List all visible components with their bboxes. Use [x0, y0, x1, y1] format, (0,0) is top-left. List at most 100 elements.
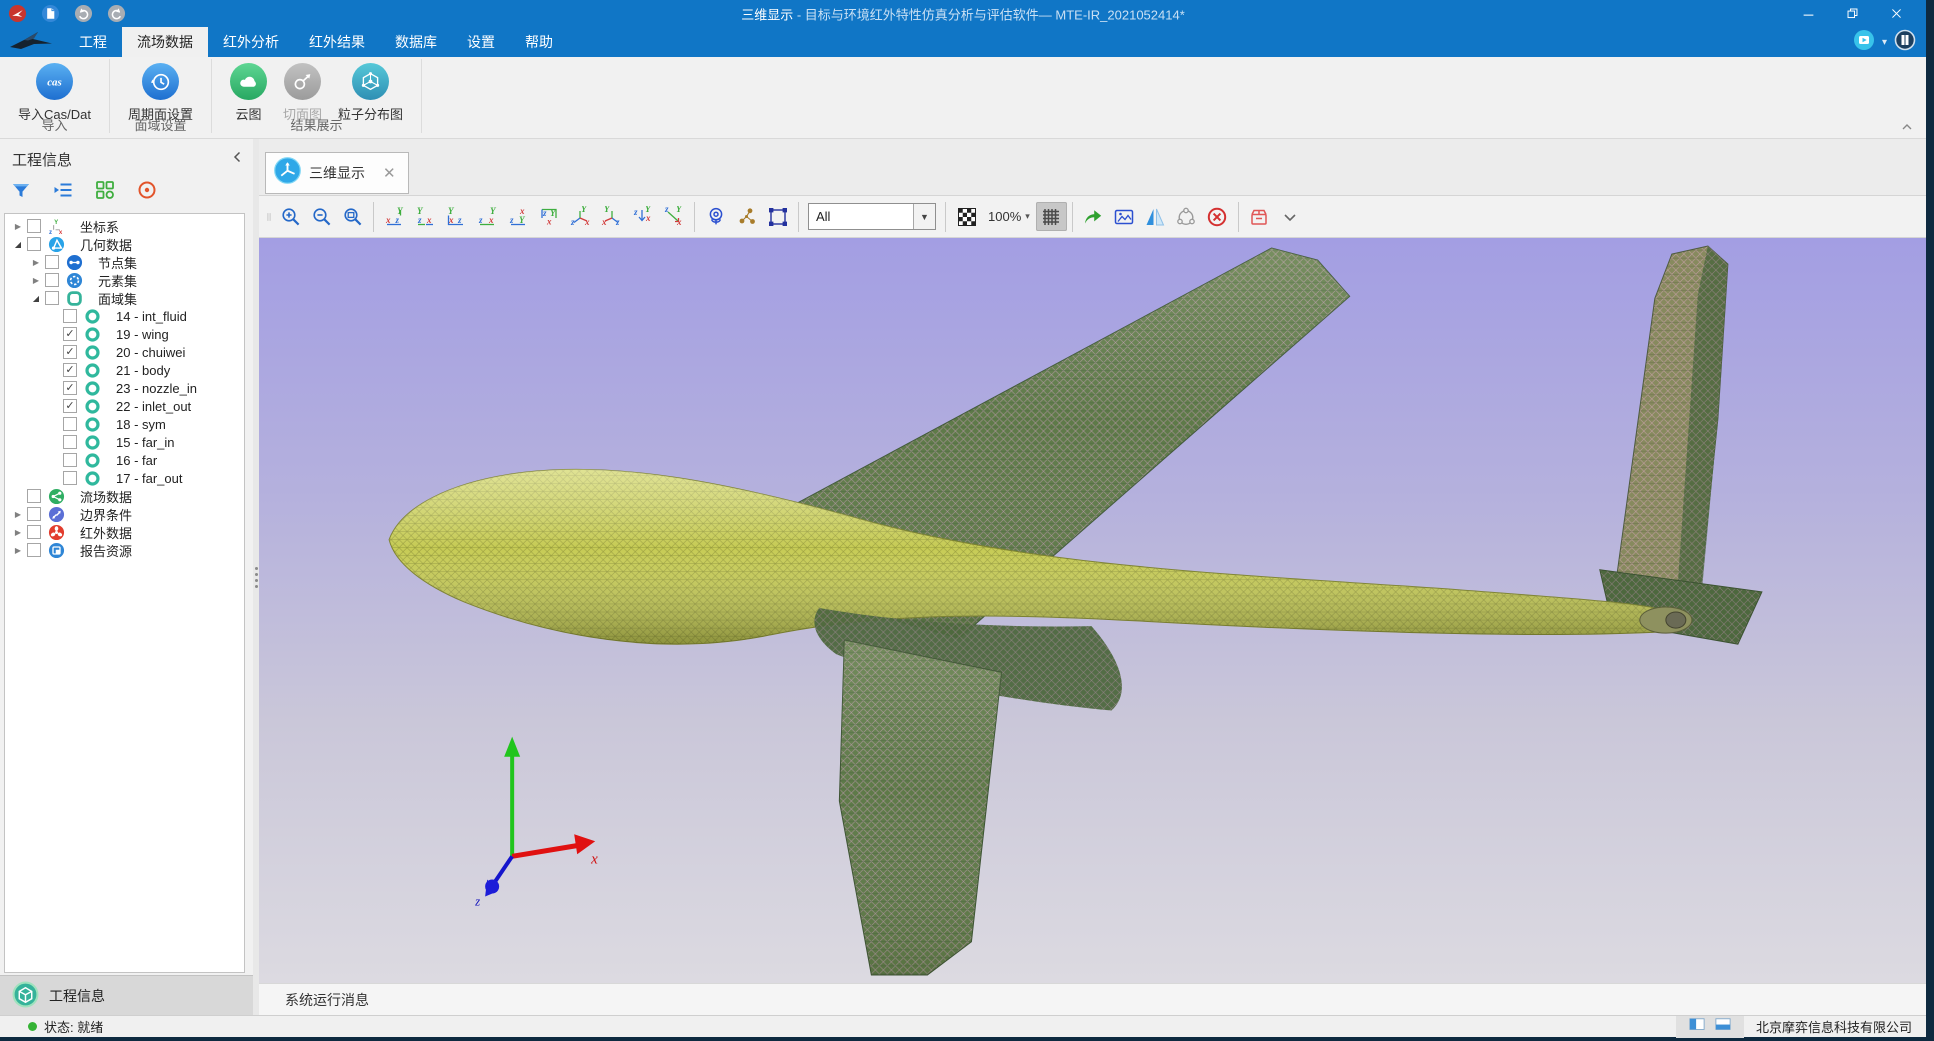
opacity-dropdown[interactable]: 100%▾ — [982, 209, 1036, 224]
close-button[interactable] — [1874, 0, 1918, 27]
tree-checkbox[interactable]: ✓ — [63, 381, 77, 395]
tree-expander[interactable]: ▶ — [11, 510, 25, 519]
box-select-button[interactable] — [762, 202, 793, 231]
app-logo-button[interactable] — [8, 4, 27, 23]
node-cluster-button[interactable] — [731, 202, 762, 231]
tree-expander[interactable]: ▶ — [29, 258, 43, 267]
more-options-button[interactable] — [1275, 202, 1306, 231]
tree-checkbox[interactable] — [27, 219, 41, 233]
tree-item-报告资源[interactable]: ▶报告资源 — [5, 541, 244, 559]
zoom-fit-button[interactable] — [337, 202, 368, 231]
filter-icon[interactable] — [10, 179, 32, 206]
new-doc-button[interactable] — [41, 4, 60, 23]
view-bottom-button[interactable]: zYx — [534, 202, 565, 231]
cancel-button[interactable] — [1202, 202, 1233, 231]
tree-checkbox[interactable] — [27, 507, 41, 521]
tree-item-元素集[interactable]: ▶元素集 — [5, 271, 244, 289]
tree-item-17 - far_out[interactable]: 17 - far_out — [5, 469, 244, 487]
tab-3d-view[interactable]: 三维显示 ✕ — [265, 152, 409, 194]
menu-item-红外分析[interactable]: 红外分析 — [208, 27, 294, 57]
project-panel-footer[interactable]: 工程信息 — [0, 975, 253, 1015]
menu-item-红外结果[interactable]: 红外结果 — [294, 27, 380, 57]
tree-checkbox[interactable]: ✓ — [63, 345, 77, 359]
view-front-button[interactable]: xzY — [379, 202, 410, 231]
minimize-button[interactable] — [1786, 0, 1830, 27]
perspective-camera-button[interactable] — [700, 202, 731, 231]
tree-item-22 - inlet_out[interactable]: ✓22 - inlet_out — [5, 397, 244, 415]
tree-expander[interactable]: ▶ — [11, 528, 25, 537]
view-iso1-button[interactable]: Yzx — [565, 202, 596, 231]
view-left-button[interactable]: Yxz — [441, 202, 472, 231]
tree-checkbox[interactable]: ✓ — [63, 363, 77, 377]
combo-dropdown-button[interactable]: ▼ — [913, 204, 935, 229]
orbit-nodes-button[interactable] — [1171, 202, 1202, 231]
tree-item-几何数据[interactable]: ◢几何数据 — [5, 235, 244, 253]
tree-item-18 - sym[interactable]: 18 - sym — [5, 415, 244, 433]
tree-expander[interactable]: ◢ — [11, 240, 25, 249]
grid-view-icon[interactable] — [94, 179, 116, 206]
video-help-icon[interactable] — [1853, 29, 1875, 56]
about-icon[interactable] — [1894, 29, 1916, 56]
menu-item-帮助[interactable]: 帮助 — [510, 27, 568, 57]
tree-checkbox[interactable]: ✓ — [63, 327, 77, 341]
outline-list-icon[interactable] — [52, 179, 74, 206]
display-filter-combo[interactable]: All▼ — [808, 203, 936, 230]
zoom-out-button[interactable] — [306, 202, 337, 231]
tree-item-16 - far[interactable]: 16 - far — [5, 451, 244, 469]
tree-item-19 - wing[interactable]: ✓19 - wing — [5, 325, 244, 343]
locate-icon[interactable] — [136, 179, 158, 206]
tree-expander[interactable]: ▶ — [11, 546, 25, 555]
tree-item-节点集[interactable]: ▶节点集 — [5, 253, 244, 271]
tree-item-20 - chuiwei[interactable]: ✓20 - chuiwei — [5, 343, 244, 361]
tree-checkbox[interactable] — [63, 309, 77, 323]
menu-item-流场数据[interactable]: 流场数据 — [122, 27, 208, 57]
collapse-panel-button[interactable] — [231, 150, 243, 168]
mirror-button[interactable] — [1140, 202, 1171, 231]
tree-checkbox[interactable] — [27, 525, 41, 539]
ribbon-button-粒子分布图[interactable]: 粒子分布图 — [330, 61, 411, 123]
menu-item-设置[interactable]: 设置 — [452, 27, 510, 57]
tree-checkbox[interactable] — [63, 471, 77, 485]
ribbon-button-云图[interactable]: 云图 — [222, 61, 275, 123]
redo-button[interactable] — [107, 4, 126, 23]
tree-item-21 - body[interactable]: ✓21 - body — [5, 361, 244, 379]
view-iso2-button[interactable]: Yxz — [596, 202, 627, 231]
transparency-button[interactable] — [951, 202, 982, 231]
archive-box-button[interactable] — [1244, 202, 1275, 231]
tree-expander[interactable]: ◢ — [29, 294, 43, 303]
export-view-button[interactable] — [1078, 202, 1109, 231]
tree-item-红外数据[interactable]: ▶红外数据 — [5, 523, 244, 541]
view-iso4-button[interactable]: zxY — [658, 202, 689, 231]
zoom-in-button[interactable] — [275, 202, 306, 231]
menu-item-数据库[interactable]: 数据库 — [380, 27, 452, 57]
tree-checkbox[interactable] — [45, 291, 59, 305]
tree-checkbox[interactable] — [27, 237, 41, 251]
ribbon-collapse-button[interactable] — [1900, 119, 1914, 137]
caret-down-icon[interactable]: ▾ — [1882, 37, 1887, 48]
tree-expander[interactable]: ▶ — [11, 222, 25, 231]
menu-item-工程[interactable]: 工程 — [64, 27, 122, 57]
viewport-3d[interactable]: x z — [259, 238, 1926, 983]
tree-item-流场数据[interactable]: 流场数据 — [5, 487, 244, 505]
tree-item-23 - nozzle_in[interactable]: ✓23 - nozzle_in — [5, 379, 244, 397]
tree-checkbox[interactable] — [45, 273, 59, 287]
view-back-button[interactable]: Yzx — [410, 202, 441, 231]
tree-item-边界条件[interactable]: ▶边界条件 — [5, 505, 244, 523]
tree-checkbox[interactable] — [27, 543, 41, 557]
layout-left-icon[interactable] — [1688, 1017, 1706, 1036]
ribbon-button-周期面设置[interactable]: 周期面设置 — [120, 61, 201, 123]
tree-item-15 - far_in[interactable]: 15 - far_in — [5, 433, 244, 451]
tree-checkbox[interactable] — [45, 255, 59, 269]
tree-item-坐标系[interactable]: ▶Yzx坐标系 — [5, 217, 244, 235]
tree-checkbox[interactable] — [63, 453, 77, 467]
ribbon-button-导入Cas/Dat[interactable]: cas导入Cas/Dat — [10, 61, 99, 123]
restore-button[interactable] — [1830, 0, 1874, 27]
tree-checkbox[interactable] — [63, 417, 77, 431]
snapshot-button[interactable] — [1109, 202, 1140, 231]
tree-checkbox[interactable] — [27, 489, 41, 503]
layout-bottom-icon[interactable] — [1714, 1017, 1732, 1036]
undo-button[interactable] — [74, 4, 93, 23]
tree-expander[interactable]: ▶ — [29, 276, 43, 285]
toolbar-drag-handle[interactable] — [263, 202, 275, 231]
tab-close-icon[interactable]: ✕ — [383, 164, 396, 182]
